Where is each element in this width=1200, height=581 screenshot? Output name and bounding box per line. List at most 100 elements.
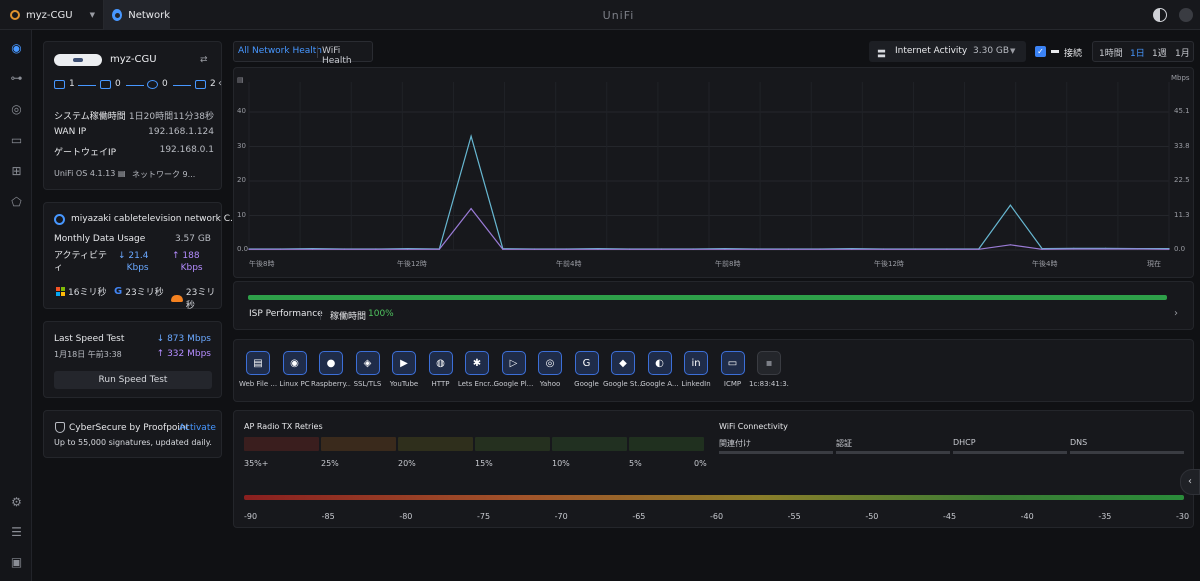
settings-icon[interactable]: ⚙ — [10, 496, 23, 509]
topology-icon[interactable]: ⊶ — [10, 72, 23, 85]
upload-unit: Kbps — [180, 263, 203, 273]
data-point — [1168, 248, 1170, 250]
range-1d[interactable]: 1日 — [1130, 46, 1145, 59]
chevron-left-icon[interactable]: ‹ — [1180, 469, 1200, 495]
user-avatar-icon[interactable] — [1179, 8, 1193, 22]
speed-test-download-value: 873 Mbps — [167, 334, 211, 344]
data-point — [946, 248, 948, 250]
wifi-stage-bar — [719, 451, 833, 454]
network-version[interactable]: ネットワーク 9... — [132, 169, 195, 180]
os-version[interactable]: UniFi OS 4.1.13 ▤ — [54, 169, 125, 178]
checkbox-icon[interactable]: ✓ — [1035, 46, 1046, 57]
app-item[interactable]: ◈ SSL/TLS — [348, 351, 388, 388]
google-icon: G — [574, 351, 599, 375]
wifi-stage-bar — [836, 451, 950, 454]
dashboard-icon[interactable]: ◉ — [10, 42, 23, 55]
usage-label: Monthly Data Usage — [54, 234, 146, 244]
app-item[interactable]: ● Raspberry... — [311, 351, 351, 388]
app-label: LinkedIn — [681, 380, 711, 388]
y2-tick-label: 0.0 — [1174, 245, 1186, 253]
app-item[interactable]: ▤ Web File ... — [238, 351, 278, 388]
app-item[interactable]: ◆ Google St... — [603, 351, 643, 388]
data-point — [819, 248, 821, 250]
wifi-stage-label: 関連付け — [719, 439, 751, 448]
uptime-label: 稼働時間 — [330, 312, 367, 322]
x-tick-label: 午後12時 — [397, 260, 427, 268]
system-icon[interactable]: ▣ — [10, 556, 23, 569]
retry-scale-label: 35%+ — [244, 459, 269, 468]
app-item[interactable]: G Google — [567, 351, 607, 388]
divider — [320, 310, 321, 320]
activate-link[interactable]: Activate — [179, 423, 216, 433]
sidebar: ◉ ⊶ ◎ ▭ ⊞ ⬠ ⚙ ☰ ▣ — [0, 30, 32, 581]
theme-toggle-icon[interactable] — [1153, 8, 1167, 22]
wan-icon — [54, 80, 65, 89]
tab-wifi-health[interactable]: WiFi Health — [322, 46, 372, 66]
app-label: ICMP — [723, 380, 742, 388]
google-play-icon: ▷ — [501, 351, 526, 375]
logs-icon[interactable]: ☰ — [10, 526, 23, 539]
app-label: 1c:83:41:3... — [749, 380, 789, 388]
cybersecure-desc: Up to 55,000 signatures, updated daily. — [54, 438, 212, 447]
devices-icon[interactable]: ◎ — [10, 103, 23, 116]
data-point — [756, 248, 758, 250]
app-label: SSL/TLS — [353, 380, 382, 388]
speed-test-download: ↓ 873 Mbps — [156, 334, 211, 344]
unknown-device-icon: ▪ — [757, 351, 781, 375]
tab-all-network-health[interactable]: All Network Health — [238, 46, 322, 56]
y-tick-label: 20 — [237, 176, 246, 184]
isp-name: miyazaki cabletelevision network C... — [71, 214, 239, 224]
data-point — [629, 248, 631, 250]
retry-segment — [475, 437, 550, 451]
web-file-icon: ▤ — [246, 351, 270, 375]
app-item[interactable]: ✱ Lets Encr... — [457, 351, 497, 388]
speed-test-upload: ↑ 332 Mbps — [156, 349, 211, 359]
app-item[interactable]: ▶ YouTube — [384, 351, 424, 388]
data-point — [470, 135, 472, 137]
port-count: 2 — [210, 79, 216, 89]
y-tick-label: 0.0 — [237, 245, 249, 253]
app-item[interactable]: in LinkedIn — [676, 351, 716, 388]
x-tick-label: 午後8時 — [249, 260, 275, 268]
port-count: 1 — [69, 79, 75, 89]
data-point — [375, 248, 377, 250]
isp-performance-title: ISP Performance — [249, 309, 323, 319]
collapse-panel-icon[interactable]: ‹ — [218, 78, 222, 89]
data-point — [533, 248, 536, 250]
ap-icon — [147, 80, 158, 89]
chevron-right-icon[interactable]: › — [1174, 308, 1178, 319]
app-item[interactable]: ◍ HTTP — [421, 351, 461, 388]
app-item[interactable]: ◎ Yahoo — [530, 351, 570, 388]
run-speed-test-button[interactable]: Run Speed Test — [54, 371, 212, 389]
app-item[interactable]: ▪ 1c:83:41:3... — [749, 351, 789, 388]
connection-toggle[interactable]: ✓ 接続 — [1031, 41, 1087, 62]
range-1h[interactable]: 1時間 — [1099, 46, 1123, 59]
gateway-name: myz-CGU — [110, 54, 157, 65]
link-icon[interactable]: ⇄ — [200, 55, 208, 65]
app-item[interactable]: ▭ ICMP — [713, 351, 753, 388]
range-1w[interactable]: 1週 — [1152, 46, 1167, 59]
app-item[interactable]: ▷ Google Pl... — [494, 351, 534, 388]
isp-performance-card[interactable]: ISP Performance 稼働時間 100% › — [233, 281, 1194, 330]
clients-icon[interactable]: ▭ — [10, 134, 23, 147]
x-tick-label: 午前4時 — [556, 260, 582, 268]
icmp-icon: ▭ — [720, 351, 745, 375]
insights-icon[interactable]: ⊞ — [10, 165, 23, 178]
latency-cloudflare: 23ミリ秒 — [171, 285, 221, 311]
internet-activity-select[interactable]: 〓 Internet Activity 3.30 GB ▼ — [869, 41, 1026, 62]
shield-icon — [55, 422, 65, 433]
signal-scale-label: -65 — [632, 512, 646, 521]
app-item[interactable]: ◐ Google A... — [640, 351, 680, 388]
app-label: HTTP — [431, 380, 450, 388]
connection-label: 接続 — [1064, 49, 1083, 59]
data-point — [660, 248, 662, 250]
security-icon[interactable]: ⬠ — [10, 196, 23, 209]
latency-google: G 23ミリ秒 — [114, 285, 164, 298]
app-item[interactable]: ◉ Linux PC — [275, 351, 315, 388]
tab-divider — [317, 46, 318, 58]
data-point — [597, 248, 599, 250]
range-1m[interactable]: 1月 — [1175, 46, 1190, 59]
retry-scale-label: 15% — [475, 459, 493, 468]
signal-strength-bar — [244, 495, 1184, 500]
app-label: Google A... — [640, 380, 679, 388]
